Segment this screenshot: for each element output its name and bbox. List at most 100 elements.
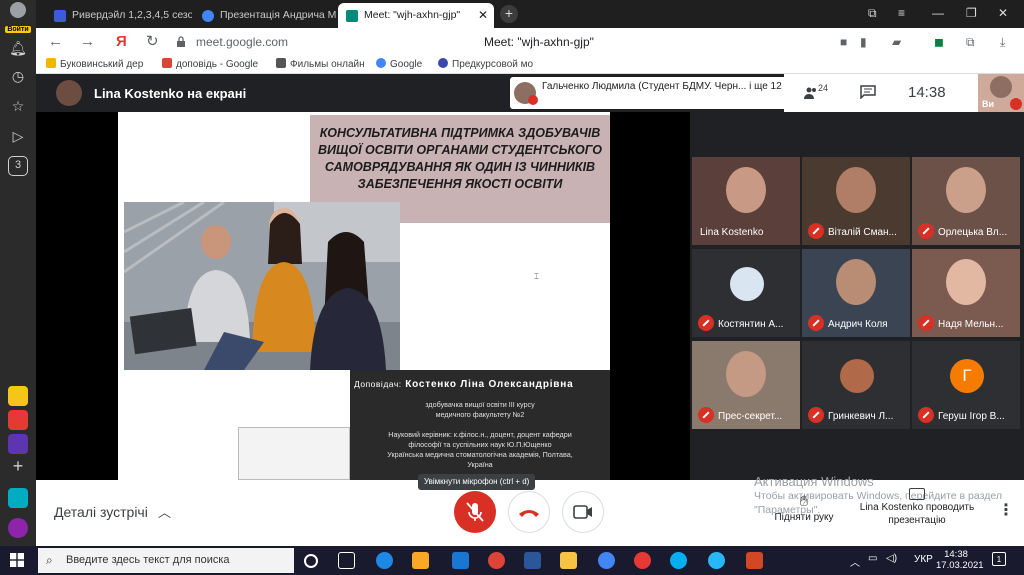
- extensions-puzzle-icon[interactable]: ⧉: [966, 35, 975, 50]
- user-icon: [10, 2, 26, 18]
- mic-indicator-icon[interactable]: ▮: [860, 35, 867, 49]
- camera-toggle-button[interactable]: [562, 491, 604, 533]
- skype-icon[interactable]: [670, 552, 687, 569]
- gmail-app-icon[interactable]: [8, 410, 28, 430]
- play-icon[interactable]: ▷: [8, 126, 28, 146]
- participant-tile[interactable]: Прес-секрет...: [692, 341, 800, 429]
- bell-icon[interactable]: 🔔︎: [8, 38, 28, 58]
- bookmark-item[interactable]: Предкурсовой мо: [438, 58, 533, 70]
- url-field[interactable]: meet.google.com: [196, 35, 288, 49]
- self-face: [990, 76, 1012, 98]
- network-icon[interactable]: ▭: [868, 553, 877, 564]
- forward-icon[interactable]: →: [80, 33, 95, 51]
- tab-riverdale[interactable]: Ривердэйл 1,2,3,4,5 сезон: [46, 3, 192, 28]
- volume-icon[interactable]: ◁): [886, 553, 897, 564]
- telegram-icon[interactable]: [708, 552, 725, 569]
- notifications-icon[interactable]: 1: [992, 552, 1006, 566]
- more-options-icon[interactable]: ⋮: [998, 500, 1014, 520]
- yandex-browser-icon[interactable]: [634, 552, 651, 569]
- participant-tile[interactable]: Гринкевич Л...: [802, 341, 910, 429]
- mail-app-icon[interactable]: [8, 386, 28, 406]
- chrome-alt-icon[interactable]: [598, 552, 615, 569]
- presenter-label: Lina Kostenko на екрані: [94, 86, 247, 101]
- participant-tile[interactable]: Костянтин А...: [692, 249, 800, 337]
- yandex-icon[interactable]: Я: [116, 33, 127, 51]
- login-button[interactable]: Войти: [4, 2, 32, 33]
- reload-icon[interactable]: ↻: [146, 33, 159, 51]
- apps-icon[interactable]: 3: [8, 156, 28, 176]
- bookmark-label: Google: [390, 59, 423, 70]
- menu-icon[interactable]: ≡: [898, 6, 905, 20]
- mail-icon[interactable]: [452, 552, 469, 569]
- restore-icon[interactable]: ❐: [966, 6, 977, 20]
- people-icon[interactable]: [804, 86, 818, 100]
- word-icon[interactable]: [524, 552, 541, 569]
- speaker-name-line: Доповідач: Костенко Ліна Олександрівна: [354, 379, 606, 390]
- participant-video: [836, 167, 876, 213]
- mic-toggle-button[interactable]: [454, 491, 496, 533]
- raise-hand-button[interactable]: ✋︎ Підняти руку: [768, 492, 840, 523]
- send-app-icon[interactable]: [8, 488, 28, 508]
- history-icon[interactable]: ◷: [8, 66, 28, 86]
- close-window-icon[interactable]: ✕: [998, 6, 1008, 20]
- bookmark-item[interactable]: доповідь - Google: [162, 58, 258, 70]
- chat-icon[interactable]: [860, 85, 876, 99]
- mic-tooltip: Увімкнути мікрофон (ctrl + d): [418, 474, 536, 490]
- close-tab-icon[interactable]: ✕: [478, 3, 488, 28]
- bookmark-item[interactable]: Буковинський дер: [46, 58, 143, 70]
- download-icon[interactable]: ⤓: [1000, 35, 1005, 50]
- bookmark-item[interactable]: Фильмы онлайн: [276, 58, 365, 70]
- edge-icon[interactable]: [376, 552, 393, 569]
- supervisor-line: Українська медична стоматологічна академ…: [387, 450, 573, 459]
- self-view-tile[interactable]: Ви: [978, 74, 1024, 112]
- participant-tile[interactable]: Андрич Коля: [802, 249, 910, 337]
- lock-icon[interactable]: [176, 36, 186, 47]
- tray-arrow-icon[interactable]: ︿: [850, 554, 860, 569]
- meet-top-controls: 24 14:38: [784, 74, 978, 112]
- watermark-title: Активация Windows: [754, 474, 874, 489]
- tabs-icon[interactable]: ⧉: [868, 6, 877, 21]
- alice-icon[interactable]: [8, 518, 28, 538]
- star-icon[interactable]: ☆: [8, 96, 28, 116]
- extension-icon[interactable]: ◼: [934, 35, 944, 49]
- mic-off-icon: [808, 223, 824, 239]
- active-speaker-chip[interactable]: Гальченко Людмила (Студент БДМУ. Черн...…: [510, 77, 790, 109]
- mic-off-icon: [698, 315, 714, 331]
- tab-meet[interactable]: Meet: "wjh-axhn-gjp" ✕: [338, 3, 494, 28]
- present-button[interactable]: Lina Kostenko проводить презентацію: [850, 488, 984, 527]
- participant-tile[interactable]: Lina Kostenko: [692, 157, 800, 245]
- powerpoint-icon[interactable]: [746, 552, 763, 569]
- camera-indicator-icon[interactable]: ■: [840, 35, 847, 49]
- mic-off-icon: [918, 407, 934, 423]
- back-icon[interactable]: ←: [48, 33, 63, 51]
- minimize-icon[interactable]: —: [932, 6, 944, 20]
- messenger-app-icon[interactable]: [8, 434, 28, 454]
- store-icon[interactable]: [412, 552, 429, 569]
- bookmark-favicon: [46, 58, 56, 68]
- participant-video: [726, 351, 766, 397]
- task-view-icon[interactable]: [338, 552, 355, 569]
- tray-clock[interactable]: 14:38 17.03.2021: [936, 549, 984, 571]
- explorer-icon[interactable]: [560, 552, 577, 569]
- input-language[interactable]: УКР: [914, 554, 933, 565]
- participant-tile[interactable]: Орлецька Вл...: [912, 157, 1020, 245]
- bookmark-favicon: [276, 58, 286, 68]
- leave-call-button[interactable]: [508, 491, 550, 533]
- participant-tile[interactable]: Надя Мельн...: [912, 249, 1020, 337]
- participant-avatar: Г: [950, 359, 984, 393]
- taskbar-search-box[interactable]: ⌕ Введите здесь текст для поиска: [38, 548, 294, 573]
- chrome-icon[interactable]: [488, 552, 505, 569]
- bookmark-label: Буковинський дер: [60, 59, 144, 70]
- tab-presentation[interactable]: Презентація Андрича Ми: [194, 3, 336, 28]
- new-tab-button[interactable]: +: [500, 5, 518, 23]
- participant-tile[interactable]: Г Геруш Ігор В...: [912, 341, 1020, 429]
- windows-start-icon[interactable]: [10, 553, 24, 567]
- bookmark-item[interactable]: Google: [376, 58, 422, 70]
- bookmark-icon[interactable]: ▰: [892, 35, 901, 49]
- cortana-icon[interactable]: [304, 554, 318, 568]
- add-app-icon[interactable]: +: [8, 456, 28, 476]
- bookmark-favicon: [376, 58, 386, 68]
- chevron-up-icon[interactable]: ︿: [158, 502, 171, 521]
- participant-tile[interactable]: Віталій Сман...: [802, 157, 910, 245]
- meeting-details-button[interactable]: Деталі зустрічі: [54, 504, 148, 520]
